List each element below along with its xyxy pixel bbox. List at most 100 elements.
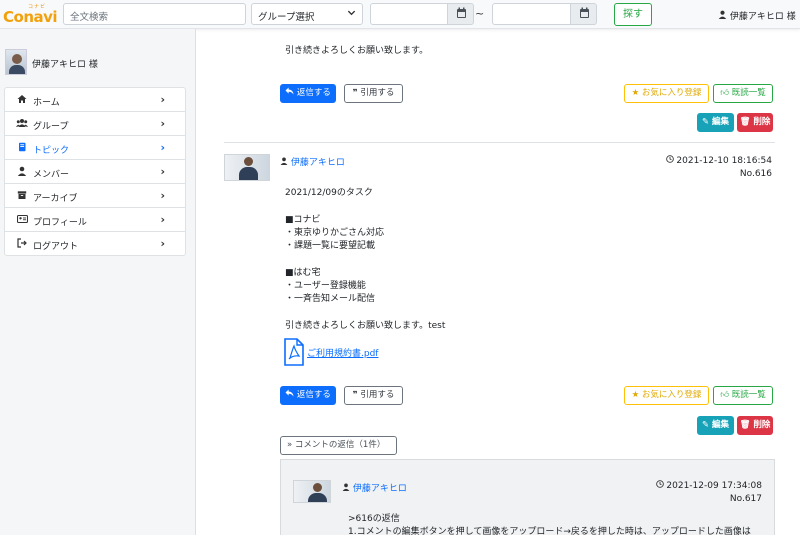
conavi-logo[interactable]: コナビ Conavi <box>3 4 58 26</box>
comment-datetime-text: 2021-12-09 17:34:08 <box>666 481 762 491</box>
attachment-link[interactable] <box>284 338 304 366</box>
sidebar: 伊藤アキヒロ 様 ホーム › グループ › トピック › メンバー › アーカイ… <box>0 29 196 535</box>
archive-icon <box>16 190 28 203</box>
reply-label: 返信する <box>296 88 331 98</box>
pdf-file-icon <box>284 338 304 366</box>
delete-button[interactable]: 🗑︎ 削除 <box>737 113 773 132</box>
avatar <box>5 49 27 75</box>
reply-button[interactable]: 返信する <box>280 84 336 103</box>
sidebar-item-home[interactable]: ホーム › <box>4 87 186 112</box>
thumbs-up-icon: 👍︎ <box>720 88 730 98</box>
read-list-label: 既読一覧 <box>731 390 766 400</box>
sidebar-item-label: グループ <box>33 122 69 132</box>
edit-button[interactable]: ✎ 編集 <box>697 113 734 132</box>
comment-author[interactable]: 伊藤アキヒロ <box>342 481 407 494</box>
chevron-right-icon: › <box>160 213 165 226</box>
book-icon <box>16 142 28 155</box>
id-card-icon <box>16 214 28 227</box>
quote-button[interactable]: ❞ 引用する <box>344 386 403 405</box>
post-line <box>285 307 445 320</box>
post-line: 引き続きよろしくお願い致します。test <box>285 320 446 331</box>
search-input[interactable]: 全文検索 <box>63 3 246 25</box>
calendar-icon[interactable] <box>447 3 474 25</box>
end-date-input[interactable] <box>492 3 571 25</box>
post-author[interactable]: 伊藤アキヒロ <box>280 155 345 168</box>
reply-label: 返信する <box>296 390 331 400</box>
edit-icon: ✎ <box>701 420 710 430</box>
read-list-button[interactable]: 👍︎ 既読一覧 <box>713 386 773 405</box>
post-author-name[interactable]: 伊藤アキヒロ <box>291 158 345 168</box>
comment-box: 伊藤アキヒロ 2021-12-09 17:34:08 No.617 >616の返… <box>280 459 775 535</box>
edit-label: 編集 <box>712 420 730 430</box>
trash-icon: 🗑︎ <box>739 117 751 127</box>
calendar-icon[interactable] <box>570 3 597 25</box>
comment-line: 1.コメントの編集ボタンを押して画像をアップロード→戻るを押した時は、アップロー… <box>348 527 751 535</box>
comment-number: No.617 <box>729 494 762 504</box>
chevron-right-icon: › <box>160 117 165 130</box>
post-number: No.616 <box>739 169 772 179</box>
edit-button[interactable]: ✎ 編集 <box>697 416 734 435</box>
chevron-right-icon: › <box>160 141 165 154</box>
star-icon: ★ <box>631 390 640 400</box>
start-date-input[interactable] <box>370 3 448 25</box>
comment-line: >616の返信 <box>348 514 400 524</box>
favorite-button[interactable]: ★ お気に入り登録 <box>624 386 709 405</box>
sidebar-nav: ホーム › グループ › トピック › メンバー › アーカイブ › プロフィー… <box>4 87 186 256</box>
chevron-right-icon: › <box>160 165 165 178</box>
sidebar-item-logout[interactable]: ログアウト › <box>4 231 186 256</box>
delete-label: 削除 <box>753 420 771 430</box>
post-line: ■コナビ <box>285 214 321 225</box>
comments-toggle-button[interactable]: » コメントの返信（1件） <box>280 436 397 455</box>
comment-author-name[interactable]: 伊藤アキヒロ <box>353 484 407 494</box>
thumbs-up-icon: 👍︎ <box>720 390 730 400</box>
chevron-right-icon: › <box>160 189 165 202</box>
clock-icon <box>655 480 667 491</box>
sidebar-item-member[interactable]: メンバー › <box>4 159 186 184</box>
sidebar-item-archive[interactable]: アーカイブ › <box>4 183 186 208</box>
header-user[interactable]: 伊藤アキヒロ 様 <box>718 9 796 22</box>
post-line <box>285 253 445 266</box>
read-list-button[interactable]: 👍︎ 既読一覧 <box>713 84 773 103</box>
sidebar-item-profile[interactable]: プロフィール › <box>4 207 186 232</box>
logo-text: Conavi <box>3 8 58 26</box>
delete-button[interactable]: 🗑︎ 削除 <box>737 416 773 435</box>
sidebar-item-label: プロフィール <box>33 218 87 228</box>
post-closing-text: 引き続きよろしくお願い致します。 <box>285 46 429 56</box>
quote-icon: ❞ <box>352 88 358 98</box>
quote-icon: ❞ <box>352 390 358 400</box>
post-divider <box>224 142 775 143</box>
post-line: 2021/12/09のタスク <box>285 188 373 198</box>
comment-datetime: 2021-12-09 17:34:08 <box>655 480 762 491</box>
quote-label: 引用する <box>360 88 395 98</box>
top-navbar: コナビ Conavi 全文検索 グループ選択 ~ 探す 伊藤アキヒロ 様 <box>0 0 800 29</box>
favorite-button[interactable]: ★ お気に入り登録 <box>624 84 709 103</box>
avatar <box>293 480 331 503</box>
sidebar-user-name: 伊藤アキヒロ 様 <box>32 60 98 70</box>
user-icon <box>16 166 28 179</box>
group-select[interactable]: グループ選択 <box>251 3 363 25</box>
logout-icon <box>16 238 28 251</box>
attachment-name[interactable]: ご利用規約書.pdf <box>307 346 378 359</box>
post-line: ・一斉告知メール配信 <box>285 294 376 305</box>
sidebar-item-group[interactable]: グループ › <box>4 111 186 136</box>
find-button[interactable]: 探す <box>614 3 652 26</box>
post-line: ■はむ宅 <box>285 267 321 278</box>
topic-detail: 引き続きよろしくお願い致します。 返信する ❞ 引用する ★ お気に入り登録 👍… <box>196 29 800 535</box>
sidebar-item-label: メンバー <box>33 170 70 180</box>
quote-button[interactable]: ❞ 引用する <box>344 84 403 103</box>
users-icon <box>16 118 28 131</box>
reply-button[interactable]: 返信する <box>280 386 336 405</box>
post-line: ・東京ゆりかごさん対応 <box>285 227 385 238</box>
sidebar-item-label: ホーム <box>33 98 60 108</box>
post-datetime: 2021-12-10 18:16:54 <box>665 155 772 166</box>
read-list-label: 既読一覧 <box>731 88 766 98</box>
sidebar-item-topic[interactable]: トピック › <box>4 135 186 160</box>
header-user-name: 伊藤アキヒロ 様 <box>729 12 796 22</box>
favorite-label: お気に入り登録 <box>641 390 702 400</box>
edit-icon: ✎ <box>701 117 710 127</box>
post-line: ・課題一覧に要望記載 <box>285 241 376 252</box>
edit-label: 編集 <box>712 117 730 127</box>
group-select-value: グループ選択 <box>258 12 315 23</box>
post-line <box>285 200 445 213</box>
clock-icon <box>665 155 677 166</box>
